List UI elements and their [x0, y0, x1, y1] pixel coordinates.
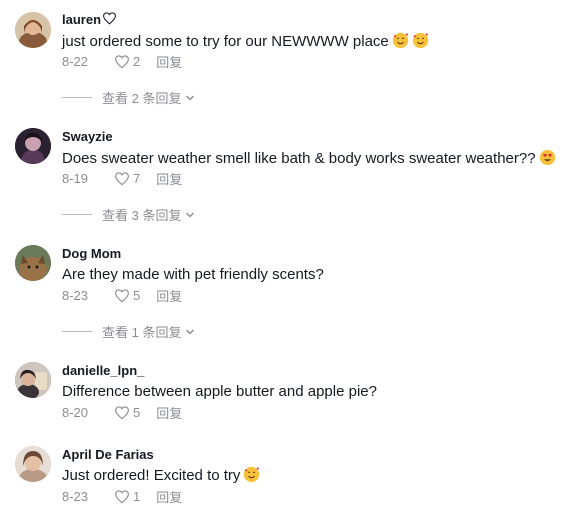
heart-eyes-face-icon: [539, 149, 555, 166]
avatar[interactable]: [15, 245, 51, 281]
smiling-face-with-hearts-icon: [244, 466, 260, 483]
heart-icon: [115, 405, 129, 419]
chevron-down-icon: [186, 212, 195, 217]
comment-meta: 8-23 5 回复: [62, 286, 182, 305]
like-count: 5: [133, 288, 141, 303]
like-count: 5: [133, 405, 141, 420]
comment-username[interactable]: Dog Mom: [62, 246, 121, 261]
comment-username[interactable]: danielle_lpn_: [62, 363, 144, 378]
comment-date: 8-23: [62, 288, 89, 303]
comment-username[interactable]: April De Farias: [62, 447, 154, 462]
like-button[interactable]: 7: [114, 171, 140, 186]
chevron-down-icon: [186, 95, 195, 100]
chevron-down-icon: [186, 329, 195, 334]
avatar[interactable]: [15, 362, 51, 398]
view-replies-button[interactable]: 查看 2 条回复: [62, 88, 195, 107]
like-button[interactable]: 2: [114, 54, 140, 69]
like-count: 1: [133, 489, 141, 504]
heart-outline-icon: [103, 12, 116, 25]
avatar[interactable]: [15, 128, 51, 164]
heart-icon: [115, 171, 129, 185]
comment-meta: 8-19 7 回复: [62, 169, 182, 188]
comment-text: Just ordered! Excited to try: [62, 466, 260, 484]
smiling-face-with-hearts-icon: [412, 32, 428, 49]
reply-button[interactable]: 回复: [156, 286, 182, 305]
comment-username[interactable]: Swayzie: [62, 129, 113, 144]
view-replies-label: 查看 2 条回复: [102, 91, 182, 106]
smiling-face-with-hearts-icon: [392, 32, 408, 49]
comment-username[interactable]: lauren: [62, 12, 117, 27]
comment-date: 8-22: [62, 54, 89, 69]
divider-line: [62, 97, 92, 98]
view-replies-label: 查看 1 条回复: [102, 325, 182, 340]
reply-button[interactable]: 回复: [156, 403, 182, 422]
avatar[interactable]: [15, 446, 51, 482]
view-replies-button[interactable]: 查看 3 条回复: [62, 205, 195, 224]
like-count: 2: [133, 54, 141, 69]
comment-text: Difference between apple butter and appl…: [62, 383, 377, 400]
comment-date: 8-23: [62, 489, 89, 504]
like-button[interactable]: 5: [114, 288, 140, 303]
heart-icon: [115, 489, 129, 503]
heart-icon: [115, 54, 129, 68]
comment-text: just ordered some to try for our NEWWWW …: [62, 32, 429, 50]
heart-icon: [115, 288, 129, 302]
like-count: 7: [133, 171, 141, 186]
reply-button[interactable]: 回复: [156, 52, 182, 71]
comment-meta: 8-22 2 回复: [62, 52, 182, 71]
comment-meta: 8-23 1 回复: [62, 487, 182, 506]
comment-date: 8-20: [62, 405, 89, 420]
view-replies-label: 查看 3 条回复: [102, 208, 182, 223]
view-replies-button[interactable]: 查看 1 条回复: [62, 322, 195, 341]
reply-button[interactable]: 回复: [156, 487, 182, 506]
comment-text: Does sweater weather smell like bath & b…: [62, 149, 556, 167]
like-button[interactable]: 1: [114, 489, 140, 504]
comment-text: Are they made with pet friendly scents?: [62, 266, 324, 283]
comment-meta: 8-20 5 回复: [62, 403, 182, 422]
divider-line: [62, 331, 92, 332]
reply-button[interactable]: 回复: [156, 169, 182, 188]
divider-line: [62, 214, 92, 215]
avatar[interactable]: [15, 12, 51, 48]
comment-date: 8-19: [62, 171, 89, 186]
like-button[interactable]: 5: [114, 405, 140, 420]
